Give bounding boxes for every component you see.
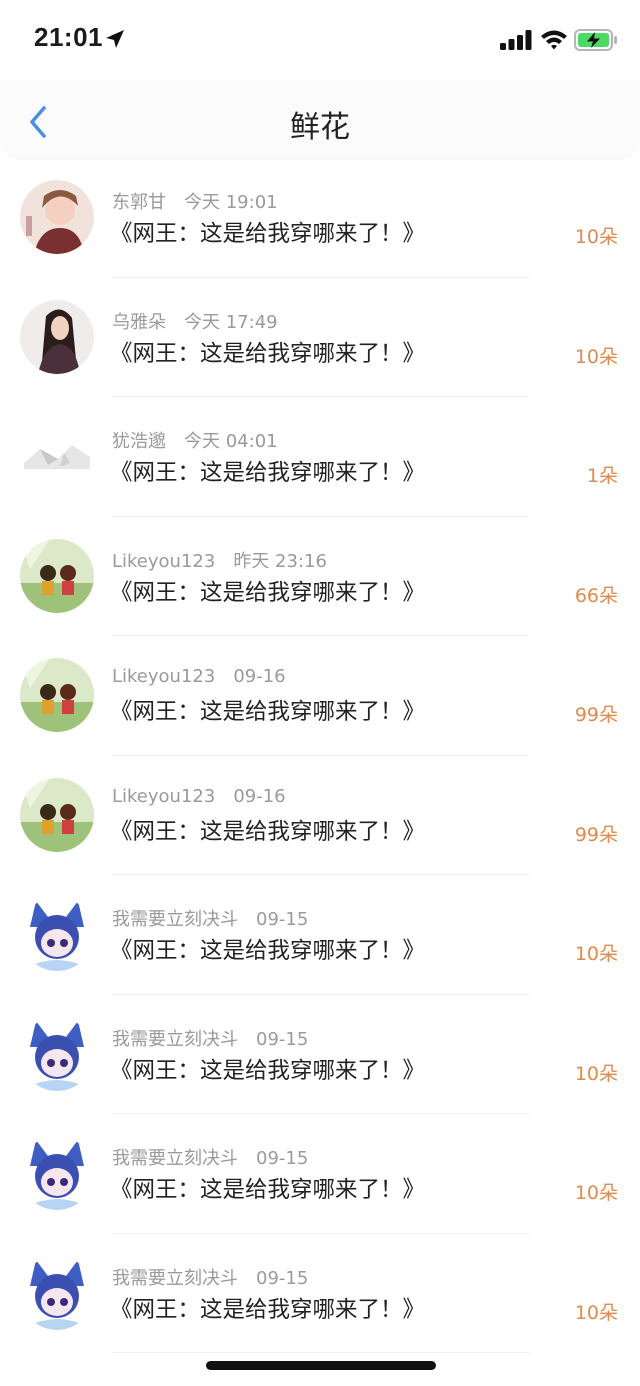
gift-time: 09-16 (233, 785, 286, 807)
flower-count: 99朵 (574, 823, 618, 846)
user-avatar[interactable] (20, 299, 94, 374)
gift-time: 09-15 (256, 1028, 309, 1050)
list-item[interactable]: Likeyou123 09-16 《网王：这是给我穿哪来了！》 99朵 (0, 636, 640, 756)
flower-count: 10朵 (574, 1182, 618, 1204)
meta-line: Likeyou123 09-16 (112, 666, 286, 687)
list-item[interactable]: 乌雅朵 今天 17:49 《网王：这是给我穿哪来了！》 10朵 (0, 278, 640, 397)
username[interactable]: 我需要立刻决斗 (112, 1268, 238, 1289)
meta-line: 我需要立刻决斗 09-15 (112, 1264, 308, 1290)
book-title[interactable]: 《网王：这是给我穿哪来了！》 (110, 1172, 425, 1204)
username[interactable]: 犹浩邈 (112, 431, 166, 452)
meta-line: Likeyou123 昨天 23:16 (112, 547, 327, 573)
book-title[interactable]: 《网王：这是给我穿哪来了！》 (110, 1053, 425, 1085)
book-title[interactable]: 《网王：这是给我穿哪来了！》 (110, 575, 425, 607)
flower-gift-list: 东郭甘 今天 19:01 《网王：这是给我穿哪来了！》 10朵 乌雅朵 今天 17:… (0, 158, 640, 1353)
username[interactable]: Likeyou123 (112, 551, 215, 572)
username[interactable]: 我需要立刻决斗 (112, 1029, 238, 1050)
user-avatar[interactable] (20, 1255, 94, 1330)
status-bar: 21:01 (0, 0, 640, 80)
flower-count: 10朵 (574, 345, 618, 368)
meta-line: 东郭甘 今天 19:01 (112, 188, 278, 214)
book-title[interactable]: 《网王：这是给我穿哪来了！》 (110, 216, 425, 248)
flower-count: 1朵 (586, 465, 618, 487)
book-title[interactable]: 《网王：这是给我穿哪来了！》 (110, 1292, 425, 1324)
meta-line: 我需要立刻决斗 09-15 (112, 1025, 308, 1051)
gift-time: 09-16 (233, 666, 286, 687)
username[interactable]: Likeyou123 (112, 666, 215, 687)
wifi-icon (541, 30, 567, 50)
list-item[interactable]: 我需要立刻决斗 09-15 《网王：这是给我穿哪来了！》 10朵 (0, 1114, 640, 1234)
navigation-bar: 鲜花 (0, 80, 640, 158)
gift-time: 昨天 23:16 (233, 550, 327, 572)
list-item[interactable]: 犹浩邈 今天 04:01 《网王：这是给我穿哪来了！》 1朵 (0, 397, 640, 517)
username[interactable]: 乌雅朵 (112, 312, 166, 333)
user-avatar[interactable] (20, 1016, 94, 1091)
user-avatar[interactable] (20, 777, 94, 852)
divider (112, 1352, 530, 1353)
flower-count: 99朵 (574, 704, 618, 726)
battery-charging-icon (574, 29, 617, 51)
user-avatar[interactable] (20, 897, 94, 971)
list-item[interactable]: 东郭甘 今天 19:01 《网王：这是给我穿哪来了！》 10朵 (0, 158, 640, 278)
book-title[interactable]: 《网王：这是给我穿哪来了！》 (110, 336, 425, 368)
cellular-signal-icon (500, 30, 532, 50)
gift-time: 09-15 (256, 909, 309, 930)
user-avatar[interactable] (20, 1136, 94, 1210)
book-title[interactable]: 《网王：这是给我穿哪来了！》 (110, 814, 425, 846)
list-item[interactable]: 我需要立刻决斗 09-15 《网王：这是给我穿哪来了！》 10朵 (0, 995, 640, 1114)
list-item[interactable]: 我需要立刻决斗 09-15 《网王：这是给我穿哪来了！》 10朵 (0, 875, 640, 995)
book-title[interactable]: 《网王：这是给我穿哪来了！》 (110, 933, 425, 965)
user-avatar[interactable] (20, 658, 94, 732)
gift-time: 今天 19:01 (184, 192, 278, 213)
username[interactable]: 东郭甘 (112, 192, 166, 213)
gift-time: 09-15 (256, 1148, 309, 1169)
user-avatar[interactable] (20, 419, 94, 493)
book-title[interactable]: 《网王：这是给我穿哪来了！》 (110, 455, 425, 487)
meta-line: 我需要立刻决斗 09-15 (112, 1144, 308, 1170)
username[interactable]: 我需要立刻决斗 (112, 1148, 238, 1169)
gift-time: 09-15 (256, 1267, 309, 1289)
flower-count: 10朵 (574, 943, 618, 965)
list-item[interactable]: Likeyou123 昨天 23:16 《网王：这是给我穿哪来了！》 66朵 (0, 517, 640, 636)
page-title: 鲜花 (290, 110, 350, 145)
location-arrow-icon (106, 30, 124, 48)
meta-line: 我需要立刻决斗 09-15 (112, 905, 308, 931)
flower-count: 10朵 (574, 1062, 618, 1085)
username[interactable]: Likeyou123 (112, 786, 215, 807)
list-item[interactable]: Likeyou123 09-16 《网王：这是给我穿哪来了！》 99朵 (0, 756, 640, 875)
meta-line: Likeyou123 09-16 (112, 786, 286, 807)
gift-time: 今天 17:49 (184, 311, 278, 333)
status-time: 21:01 (34, 22, 103, 52)
flower-count: 66朵 (574, 584, 618, 607)
list-item[interactable]: 我需要立刻决斗 09-15 《网王：这是给我穿哪来了！》 10朵 (0, 1234, 640, 1353)
meta-line: 乌雅朵 今天 17:49 (112, 308, 278, 334)
gift-time: 今天 04:01 (184, 431, 278, 452)
flower-count: 10朵 (574, 1301, 618, 1324)
user-avatar[interactable] (20, 538, 94, 613)
book-title[interactable]: 《网王：这是给我穿哪来了！》 (110, 694, 425, 726)
home-indicator[interactable] (206, 1361, 436, 1370)
username[interactable]: 我需要立刻决斗 (112, 909, 238, 930)
user-avatar[interactable] (20, 180, 94, 254)
flower-count: 10朵 (574, 226, 618, 248)
meta-line: 犹浩邈 今天 04:01 (112, 427, 278, 453)
